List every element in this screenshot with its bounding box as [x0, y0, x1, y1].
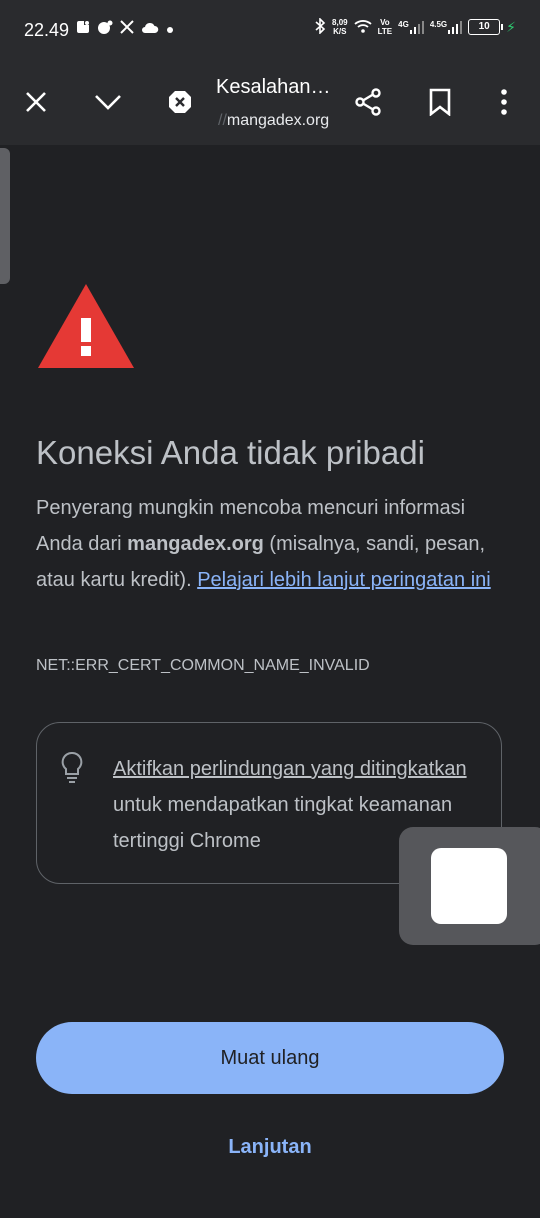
not-secure-icon: [169, 91, 191, 113]
network-speed-unit: K/S: [333, 27, 347, 36]
system-icons: 8,09 K/S Vo LTE 4G 4.5G 10 ⚡: [314, 17, 516, 36]
more-options-button[interactable]: [484, 82, 524, 122]
enable-protection-link[interactable]: Aktifkan perlindungan yang ditingkatkan: [113, 758, 467, 780]
learn-more-link[interactable]: Pelajari lebih lanjut peringatan ini: [197, 569, 491, 591]
volte-indicator: Vo LTE: [378, 18, 393, 36]
cloud-icon: [141, 21, 159, 39]
page-heading: Koneksi Anda tidak pribadi: [36, 434, 425, 471]
share-icon: [355, 88, 381, 116]
volte-top: Vo: [380, 18, 390, 27]
status-time: 22.49: [24, 20, 70, 40]
bookmark-button[interactable]: [420, 82, 460, 122]
page-title[interactable]: Kesalahan…: [216, 76, 331, 99]
more-vertical-icon: [501, 89, 507, 115]
network-speed-value: 8,09: [332, 18, 348, 27]
warning-icon: [36, 282, 136, 375]
chat-icon: [97, 20, 113, 39]
url-host: mangadex.org: [226, 112, 330, 129]
status-bar: 22.49 8,09 K/S Vo LTE 4G 4.5G 10 ⚡: [0, 0, 540, 60]
signal-1: 4G: [398, 20, 424, 34]
signal-2-label: 4.5G: [429, 20, 448, 29]
error-description: Penyerang mungkin mencoba mencuri inform…: [36, 490, 506, 598]
chevron-down-icon: [95, 95, 121, 110]
close-tab-button[interactable]: [16, 82, 56, 122]
message-icon: [76, 20, 90, 39]
signal-2: 4.5G: [429, 20, 463, 34]
share-button[interactable]: [348, 82, 388, 122]
error-code: NET::ERR_CERT_COMMON_NAME_INVALID: [36, 657, 370, 674]
x-app-icon: [120, 20, 134, 39]
edge-panel-handle[interactable]: [0, 148, 10, 284]
floating-window-preview: [431, 848, 507, 924]
close-icon: [26, 92, 46, 112]
url-display[interactable]: //mangadex.org: [218, 112, 329, 130]
lightbulb-icon: [61, 751, 83, 790]
minimize-button[interactable]: [88, 82, 128, 122]
url-prefix: //: [218, 112, 227, 129]
bookmark-icon: [429, 88, 451, 116]
security-status-button[interactable]: [160, 82, 200, 122]
volte-bottom: LTE: [377, 27, 393, 36]
charging-icon: ⚡: [506, 18, 516, 35]
floating-window-overlay[interactable]: [399, 827, 540, 945]
browser-toolbar: Kesalahan… //mangadex.org: [0, 60, 540, 145]
reload-button[interactable]: Muat ulang: [36, 1022, 504, 1094]
wifi-icon: [354, 19, 372, 35]
battery-icon: 10: [468, 19, 504, 35]
more-notifications-dot-icon: [166, 21, 174, 39]
site-name: mangadex.org: [127, 533, 264, 555]
signal-bars-icon: [448, 21, 463, 34]
advanced-button[interactable]: Lanjutan: [0, 1136, 540, 1159]
signal-1-label: 4G: [398, 20, 409, 29]
network-speed: 8,09 K/S: [332, 18, 348, 36]
notification-icons: [76, 20, 174, 39]
bluetooth-icon: [314, 17, 326, 36]
signal-bars-icon: [409, 21, 424, 34]
